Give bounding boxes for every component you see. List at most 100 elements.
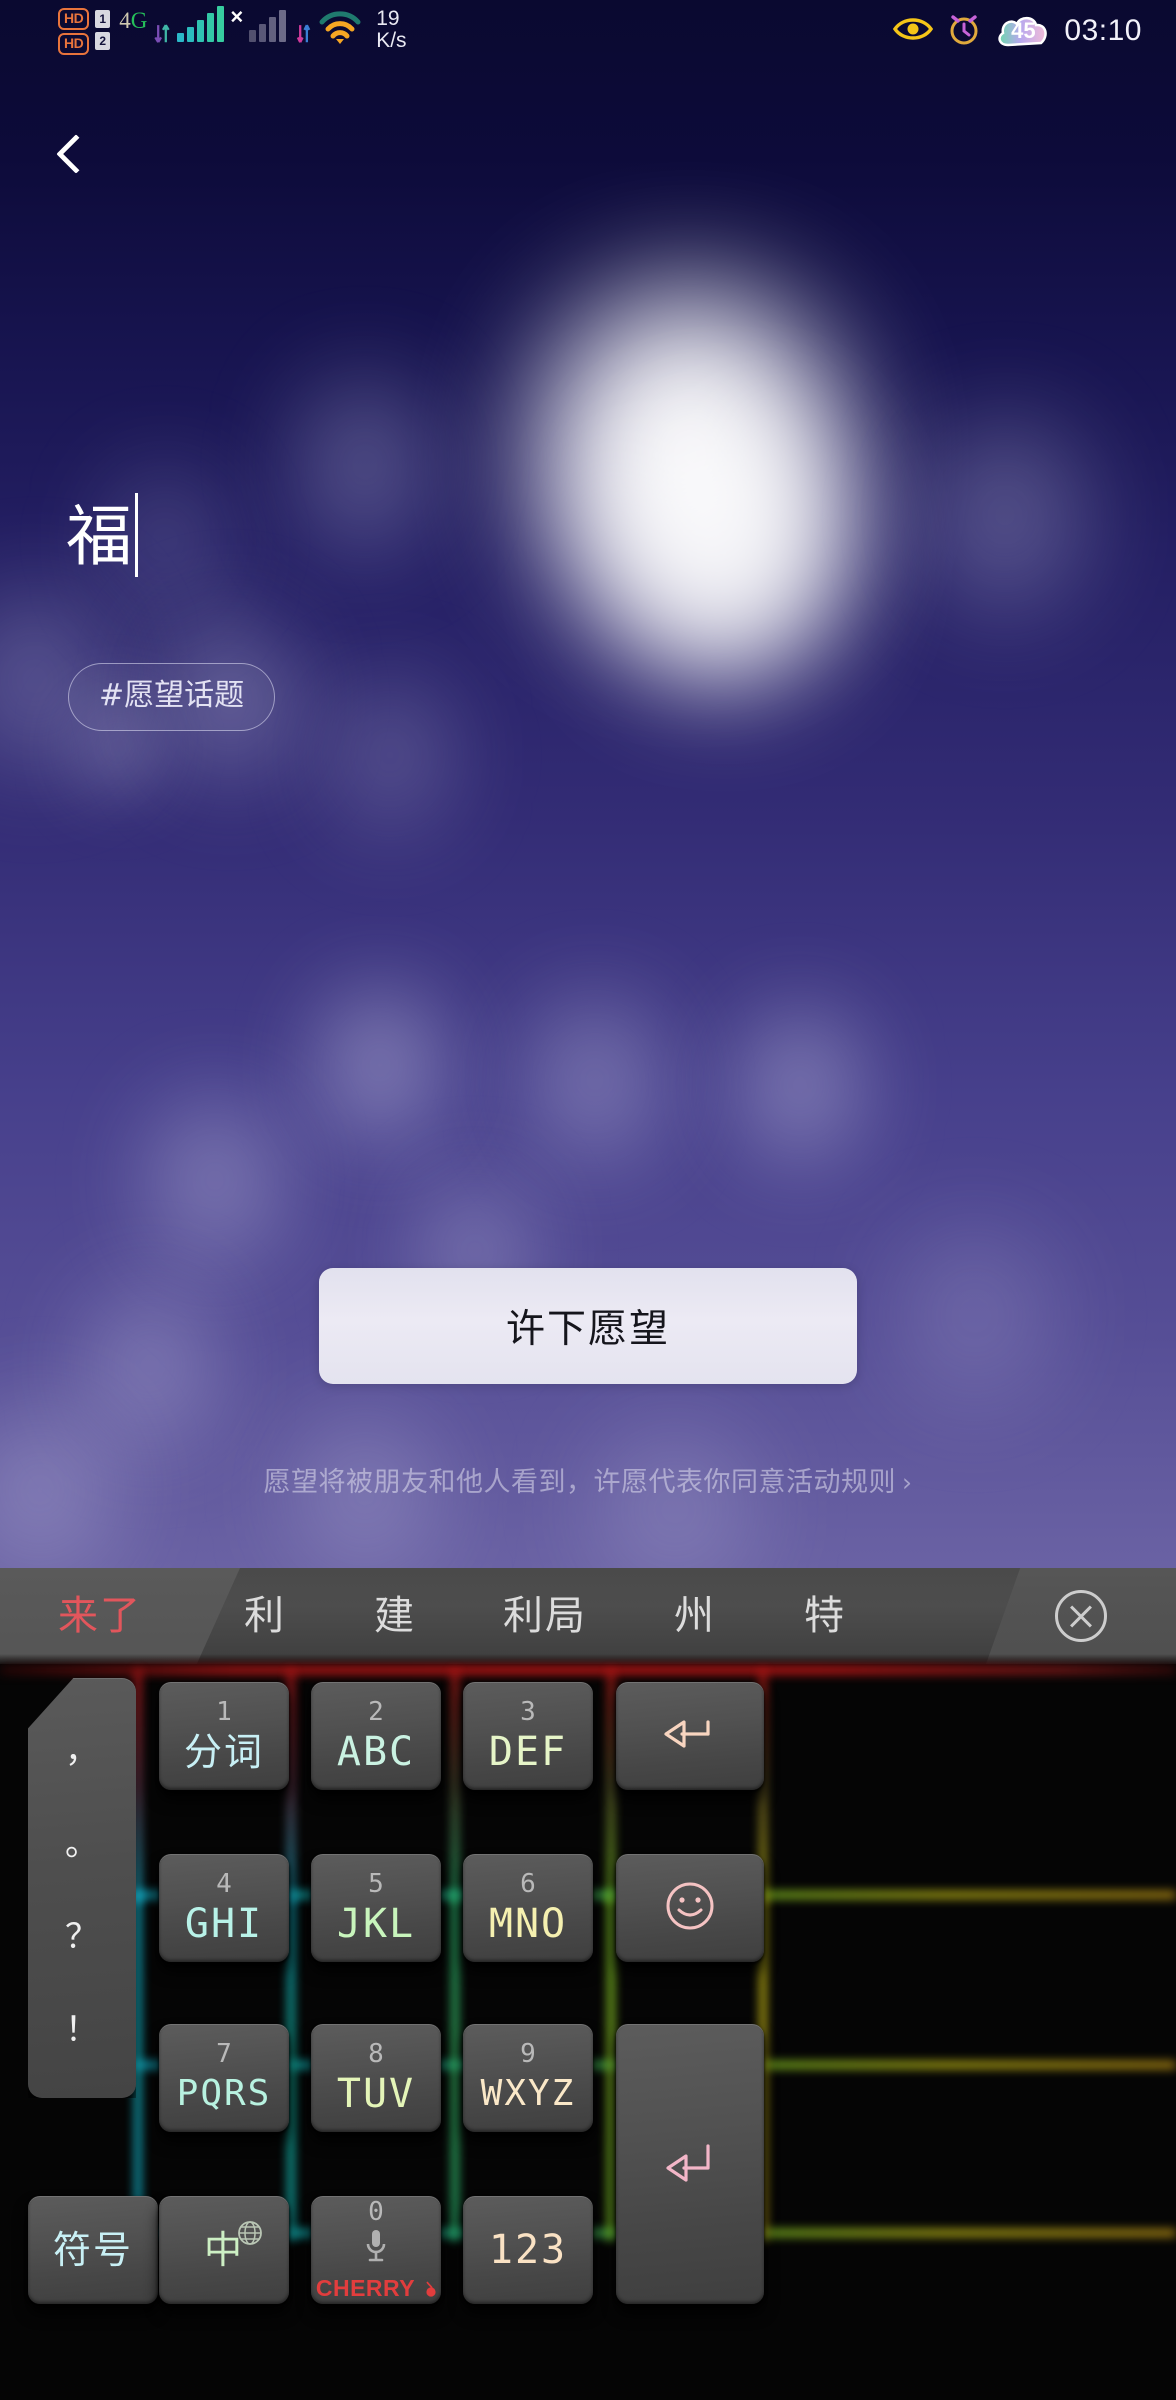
key-9-wxyz[interactable]: 9 WXYZ xyxy=(463,2024,593,2132)
microphone-icon xyxy=(361,2228,391,2271)
key-number-label: 2 xyxy=(368,1697,384,1727)
key-4-ghi[interactable]: 4 GHI xyxy=(159,1854,289,1962)
bokeh-blob xyxy=(530,1000,660,1160)
candidate-item[interactable]: 利 xyxy=(200,1568,330,1664)
candidate-item[interactable]: 来了 xyxy=(0,1568,200,1664)
candidate-item[interactable]: 建 xyxy=(330,1568,460,1664)
bokeh-blob xyxy=(740,1010,860,1160)
topic-chip[interactable]: #愿望话题 xyxy=(68,663,276,731)
key-8-tuv[interactable]: 8 TUV xyxy=(311,2024,441,2132)
key-language-switch[interactable]: 中 xyxy=(159,2196,289,2304)
key-main-label: 符号 xyxy=(52,2228,133,2272)
eye-icon xyxy=(893,14,934,49)
bokeh-blob xyxy=(320,990,440,1140)
no-service-x-icon: × xyxy=(230,3,244,29)
key-number-label: 8 xyxy=(368,2039,384,2069)
punctuation-exclaim-label: ！ xyxy=(65,2009,99,2050)
punctuation-key[interactable]: ， 。 ？ ！ xyxy=(28,1678,136,2098)
candidate-label: 利局 xyxy=(503,1593,587,1639)
hd-badge: HD xyxy=(58,7,90,30)
candidate-list: 来了 利 建 利局 州 特 xyxy=(0,1568,890,1664)
backspace-icon xyxy=(662,1714,718,1759)
key-number-label: 1 xyxy=(216,1697,232,1727)
bokeh-blob xyxy=(150,1100,280,1260)
key-5-jkl[interactable]: 5 JKL xyxy=(311,1854,441,1962)
key-symbols[interactable]: 符号 xyxy=(28,2196,158,2304)
key-1-fenci[interactable]: 1 分词 xyxy=(159,1682,289,1790)
candidate-bar: 来了 利 建 利局 州 特 xyxy=(0,1568,1176,1664)
candidate-close-button[interactable] xyxy=(986,1568,1176,1664)
bokeh-blob xyxy=(925,420,1085,610)
enter-return-icon xyxy=(662,2140,718,2189)
bokeh-blob xyxy=(540,290,840,620)
key-grid: ， 。 ？ ！ 1 分词 2 ABC 3 DEF 4 GHI 5 JKL 6 M… xyxy=(0,1664,1176,2400)
key-backspace[interactable] xyxy=(616,1682,764,1790)
bokeh-blob xyxy=(90,1290,210,1440)
privacy-notice[interactable]: 愿望将被朋友和他人看到，许愿代表你同意活动规则 › xyxy=(0,1460,1176,1499)
key-main-label: 分词 xyxy=(183,1730,264,1774)
data-transfer-arrows-icon xyxy=(153,8,171,48)
hd-badge-group: HD HD xyxy=(58,7,90,55)
key-main-label: ABC xyxy=(336,1729,416,1775)
key-3-def[interactable]: 3 DEF xyxy=(463,1682,593,1790)
smiley-icon xyxy=(663,1879,717,1938)
key-7-pqrs[interactable]: 7 PQRS xyxy=(159,2024,289,2132)
key-enter[interactable] xyxy=(616,2024,764,2304)
key-number-label: 0 xyxy=(368,2197,384,2227)
wish-text-input[interactable]: 福 xyxy=(66,493,138,579)
signal-bars-sim2-icon xyxy=(249,8,287,44)
chevron-left-icon xyxy=(56,134,96,174)
key-number-label: 7 xyxy=(216,2039,232,2069)
candidate-label: 建 xyxy=(374,1593,416,1639)
candidate-label: 来了 xyxy=(58,1593,142,1639)
back-button[interactable] xyxy=(48,126,118,196)
candidate-label: 特 xyxy=(804,1593,846,1639)
key-number-label: 6 xyxy=(520,1869,536,1899)
key-voice-input[interactable]: 0 CHERRY xyxy=(311,2196,441,2304)
hd-badge: HD xyxy=(58,32,90,55)
key-main-label: TUV xyxy=(336,2071,416,2117)
chevron-right-icon: › xyxy=(902,1468,913,1497)
key-main-label: JKL xyxy=(336,1901,416,1947)
punctuation-comma-label: ， xyxy=(65,1730,99,1771)
bokeh-blob xyxy=(330,680,450,830)
candidate-label: 利 xyxy=(244,1593,286,1639)
clock-label: 03:10 xyxy=(1064,14,1142,47)
signal-bars-sim1-icon xyxy=(177,5,225,44)
key-number-label: 5 xyxy=(368,1869,384,1899)
make-wish-button[interactable]: 许下愿望 xyxy=(319,1268,857,1384)
network-speed-value: 19 xyxy=(376,6,400,30)
candidate-label: 州 xyxy=(674,1593,716,1639)
key-6-mno[interactable]: 6 MNO xyxy=(463,1854,593,1962)
network-speed-unit: K/s xyxy=(376,28,407,52)
topic-chip-label: #愿望话题 xyxy=(99,678,245,713)
make-wish-button-label: 许下愿望 xyxy=(505,1307,670,1352)
bokeh-blob xyxy=(300,380,430,550)
alarm-clock-icon xyxy=(946,11,982,52)
cloud-battery-icon: 45 xyxy=(995,12,1051,50)
key-numeric-mode[interactable]: 123 xyxy=(463,2196,593,2304)
bokeh-blob xyxy=(610,430,840,680)
status-bar-right: 45 03:10 xyxy=(893,11,1176,52)
wish-text-value: 福 xyxy=(66,498,133,575)
network-type-label: 4G xyxy=(119,7,148,33)
app-background: HD HD 1 2 4G × 19 K/s 45 03:10 福 #愿望话题 许… xyxy=(0,0,1176,1568)
key-number-label: 4 xyxy=(216,1869,232,1899)
wifi-icon xyxy=(318,8,362,46)
key-emoji[interactable] xyxy=(616,1854,764,1962)
candidate-item[interactable]: 州 xyxy=(630,1568,760,1664)
circle-x-icon xyxy=(1055,1590,1107,1642)
key-deck: ， 。 ？ ！ 1 分词 2 ABC 3 DEF 4 GHI 5 JKL 6 M… xyxy=(0,1664,1176,2400)
text-caret xyxy=(135,493,138,577)
status-bar-left: HD HD 1 2 4G × 19 K/s xyxy=(0,3,407,55)
candidate-item[interactable]: 特 xyxy=(760,1568,890,1664)
candidate-item[interactable]: 利局 xyxy=(460,1568,630,1664)
key-number-label: 3 xyxy=(520,1697,536,1727)
key-number-label: 9 xyxy=(520,2039,536,2069)
punctuation-question-label: ？ xyxy=(65,1916,99,1957)
candidate-bar-shadow xyxy=(0,1654,1176,1664)
status-bar: HD HD 1 2 4G × 19 K/s 45 03:10 xyxy=(0,0,1176,62)
key-2-abc[interactable]: 2 ABC xyxy=(311,1682,441,1790)
key-main-label: MNO xyxy=(488,1901,568,1947)
privacy-notice-text: 愿望将被朋友和他人看到，许愿代表你同意活动规则 xyxy=(263,1467,896,1498)
